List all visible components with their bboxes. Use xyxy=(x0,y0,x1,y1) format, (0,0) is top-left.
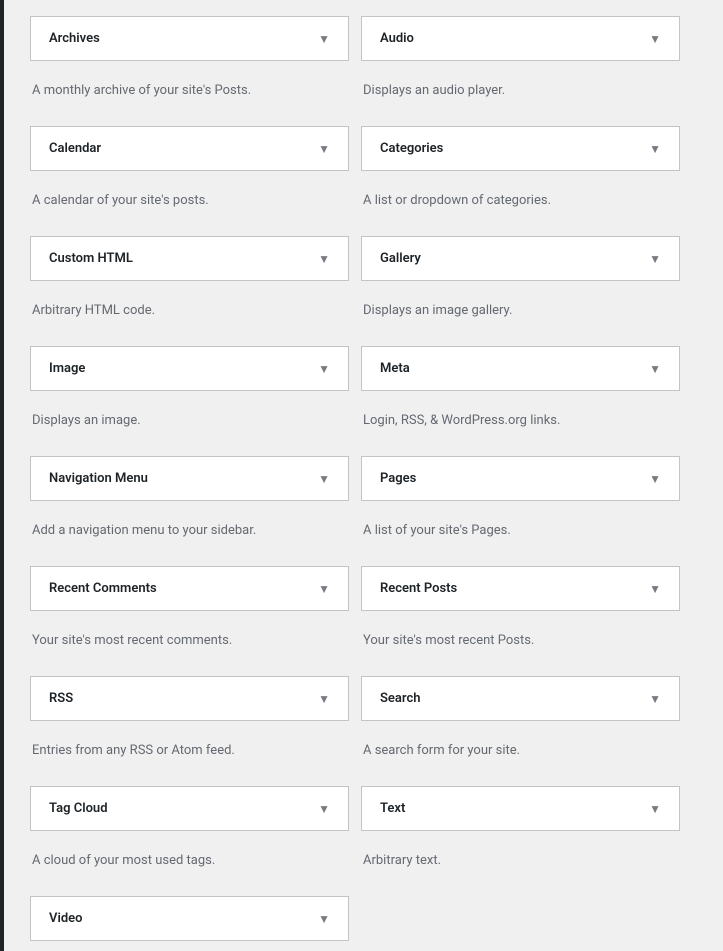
widget-item: Recent Comments ▼ Your site's most recen… xyxy=(30,560,349,670)
widget-description: Arbitrary HTML code. xyxy=(30,291,349,330)
chevron-down-icon: ▼ xyxy=(318,802,330,816)
chevron-down-icon: ▼ xyxy=(649,252,661,266)
widget-header-pages[interactable]: Pages ▼ xyxy=(361,456,680,501)
widget-header-meta[interactable]: Meta ▼ xyxy=(361,346,680,391)
widget-description: Your site's most recent Posts. xyxy=(361,621,680,660)
chevron-down-icon: ▼ xyxy=(318,142,330,156)
widget-title: Navigation Menu xyxy=(49,471,148,486)
widget-title: RSS xyxy=(49,691,73,706)
widget-item: Navigation Menu ▼ Add a navigation menu … xyxy=(30,450,349,560)
widget-title: Pages xyxy=(380,471,416,486)
widget-title: Calendar xyxy=(49,141,101,156)
widget-title: Meta xyxy=(380,361,410,376)
widget-description: A search form for your site. xyxy=(361,731,680,770)
chevron-down-icon: ▼ xyxy=(318,912,330,926)
widget-description: Displays an audio player. xyxy=(361,71,680,110)
admin-sidebar-edge xyxy=(0,0,4,951)
widget-item: Search ▼ A search form for your site. xyxy=(361,670,680,780)
widget-item: Meta ▼ Login, RSS, & WordPress.org links… xyxy=(361,340,680,450)
widget-description: Add a navigation menu to your sidebar. xyxy=(30,511,349,550)
widget-header-search[interactable]: Search ▼ xyxy=(361,676,680,721)
widget-item: Tag Cloud ▼ A cloud of your most used ta… xyxy=(30,780,349,890)
widget-description: Login, RSS, & WordPress.org links. xyxy=(361,401,680,440)
widget-item: Recent Posts ▼ Your site's most recent P… xyxy=(361,560,680,670)
widget-item: Pages ▼ A list of your site's Pages. xyxy=(361,450,680,560)
chevron-down-icon: ▼ xyxy=(649,142,661,156)
widget-header-recent-posts[interactable]: Recent Posts ▼ xyxy=(361,566,680,611)
widget-header-text[interactable]: Text ▼ xyxy=(361,786,680,831)
widget-title: Gallery xyxy=(380,251,421,266)
widget-item: Audio ▼ Displays an audio player. xyxy=(361,10,680,120)
widget-item: Image ▼ Displays an image. xyxy=(30,340,349,450)
widget-description: A monthly archive of your site's Posts. xyxy=(30,71,349,110)
widget-header-custom-html[interactable]: Custom HTML ▼ xyxy=(30,236,349,281)
widget-item: Gallery ▼ Displays an image gallery. xyxy=(361,230,680,340)
widget-title: Recent Comments xyxy=(49,581,157,596)
widget-item: Video ▼ xyxy=(30,890,349,941)
chevron-down-icon: ▼ xyxy=(649,362,661,376)
chevron-down-icon: ▼ xyxy=(318,32,330,46)
widget-description: A cloud of your most used tags. xyxy=(30,841,349,880)
widget-item: RSS ▼ Entries from any RSS or Atom feed. xyxy=(30,670,349,780)
widget-header-recent-comments[interactable]: Recent Comments ▼ xyxy=(30,566,349,611)
widget-header-archives[interactable]: Archives ▼ xyxy=(30,16,349,61)
widget-header-rss[interactable]: RSS ▼ xyxy=(30,676,349,721)
widget-item: Calendar ▼ A calendar of your site's pos… xyxy=(30,120,349,230)
widget-title: Recent Posts xyxy=(380,581,457,596)
chevron-down-icon: ▼ xyxy=(318,692,330,706)
chevron-down-icon: ▼ xyxy=(318,362,330,376)
chevron-down-icon: ▼ xyxy=(649,582,661,596)
widget-description: A list or dropdown of categories. xyxy=(361,181,680,220)
chevron-down-icon: ▼ xyxy=(649,32,661,46)
widget-item-empty xyxy=(361,890,680,941)
widget-item: Categories ▼ A list or dropdown of categ… xyxy=(361,120,680,230)
widget-item: Text ▼ Arbitrary text. xyxy=(361,780,680,890)
available-widgets-grid: Archives ▼ A monthly archive of your sit… xyxy=(30,10,680,941)
widget-header-audio[interactable]: Audio ▼ xyxy=(361,16,680,61)
widget-item: Custom HTML ▼ Arbitrary HTML code. xyxy=(30,230,349,340)
widget-header-tag-cloud[interactable]: Tag Cloud ▼ xyxy=(30,786,349,831)
widget-description: Arbitrary text. xyxy=(361,841,680,880)
widget-description: Your site's most recent comments. xyxy=(30,621,349,660)
chevron-down-icon: ▼ xyxy=(318,252,330,266)
widget-header-navigation-menu[interactable]: Navigation Menu ▼ xyxy=(30,456,349,501)
widget-title: Video xyxy=(49,911,83,926)
chevron-down-icon: ▼ xyxy=(649,802,661,816)
chevron-down-icon: ▼ xyxy=(318,582,330,596)
widget-description: Entries from any RSS or Atom feed. xyxy=(30,731,349,770)
chevron-down-icon: ▼ xyxy=(649,692,661,706)
widget-header-categories[interactable]: Categories ▼ xyxy=(361,126,680,171)
widget-title: Text xyxy=(380,801,405,816)
widget-description: Displays an image. xyxy=(30,401,349,440)
widget-header-image[interactable]: Image ▼ xyxy=(30,346,349,391)
widget-title: Archives xyxy=(49,31,100,46)
widget-title: Custom HTML xyxy=(49,251,133,266)
widget-title: Audio xyxy=(380,31,414,46)
widget-item: Archives ▼ A monthly archive of your sit… xyxy=(30,10,349,120)
widget-description: Displays an image gallery. xyxy=(361,291,680,330)
widget-header-gallery[interactable]: Gallery ▼ xyxy=(361,236,680,281)
widget-header-calendar[interactable]: Calendar ▼ xyxy=(30,126,349,171)
widget-title: Tag Cloud xyxy=(49,801,108,816)
widget-title: Categories xyxy=(380,141,443,156)
widget-title: Image xyxy=(49,361,85,376)
widget-description: A list of your site's Pages. xyxy=(361,511,680,550)
widget-description: A calendar of your site's posts. xyxy=(30,181,349,220)
chevron-down-icon: ▼ xyxy=(318,472,330,486)
chevron-down-icon: ▼ xyxy=(649,472,661,486)
widget-title: Search xyxy=(380,691,421,706)
